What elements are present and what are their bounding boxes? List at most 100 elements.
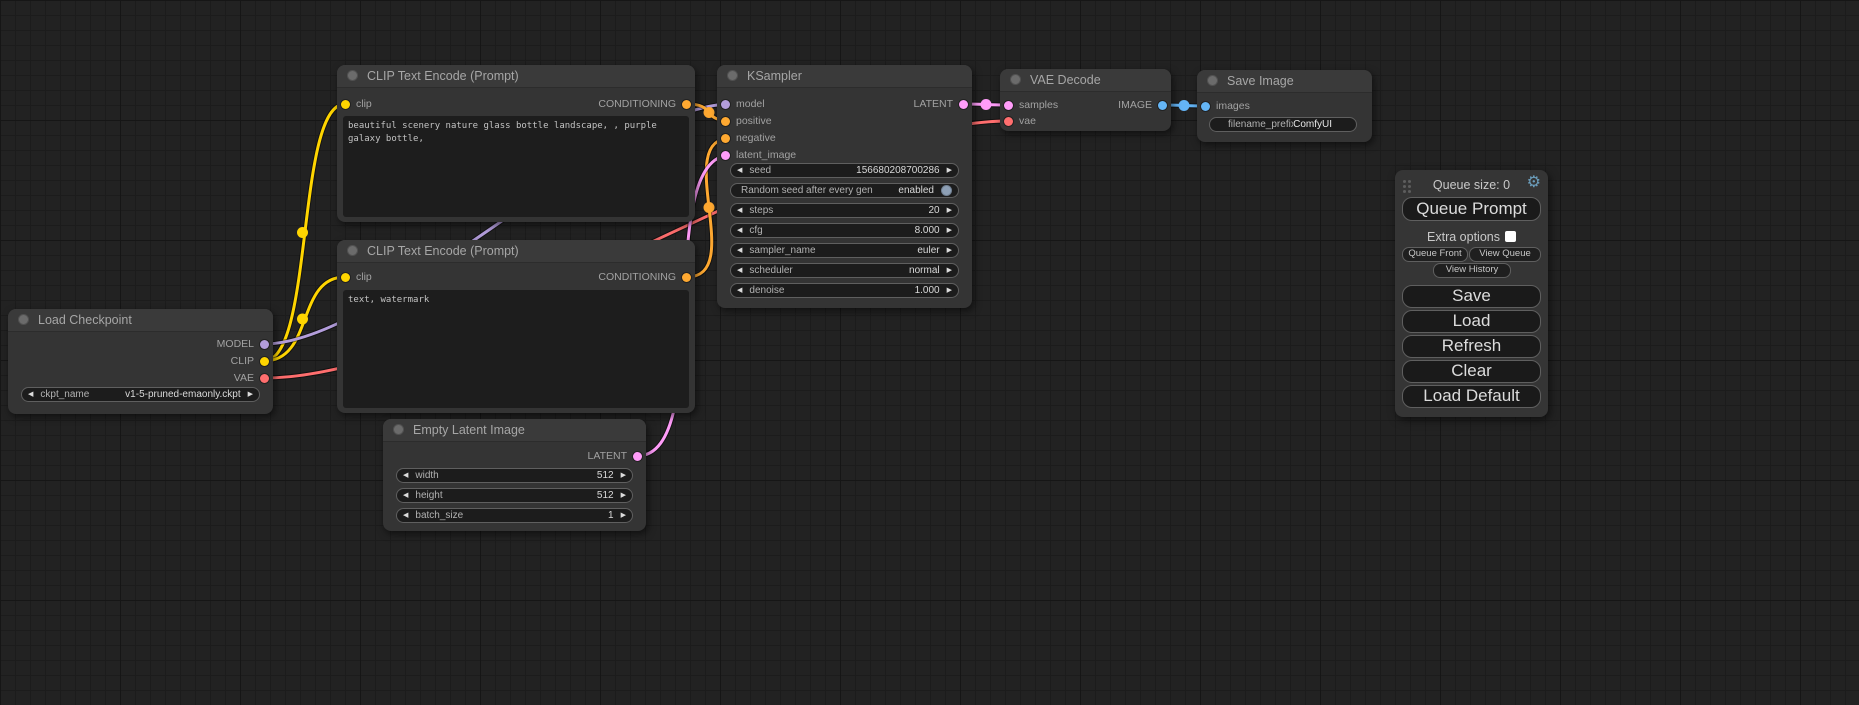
node-title: CLIP Text Encode (Prompt) (367, 69, 519, 83)
widget-value: ComfyUI (1293, 119, 1332, 130)
settings-gear-icon[interactable]: ⚙ (1527, 172, 1541, 192)
vae-output-port[interactable] (260, 374, 269, 383)
latent-output-port[interactable] (633, 452, 642, 461)
link-dot (704, 202, 715, 213)
widget-label: ckpt_name (40, 389, 125, 400)
widget-value: 1.000 (915, 285, 940, 296)
collapse-dot[interactable] (1207, 75, 1218, 86)
extra-options-checkbox[interactable] (1505, 231, 1516, 242)
model-input-port[interactable] (721, 100, 730, 109)
input-label: images (1216, 99, 1250, 113)
model-output-port[interactable] (260, 340, 269, 349)
node-empty-latent-image[interactable]: Empty Latent Image LATENT ◀ width 512 ▶ … (383, 419, 646, 531)
collapse-dot[interactable] (1010, 74, 1021, 85)
denoise-widget[interactable]: ◀ denoise 1.000 ▶ (730, 283, 959, 298)
input-label: positive (736, 114, 772, 128)
widget-label: steps (749, 205, 928, 216)
node-ksampler[interactable]: KSampler model LATENT positive negative … (717, 65, 972, 308)
node-clip-text-encode-positive[interactable]: CLIP Text Encode (Prompt) clip CONDITION… (337, 65, 695, 222)
positive-input-port[interactable] (721, 117, 730, 126)
widget-label: cfg (749, 225, 914, 236)
decrement-arrow-icon[interactable]: ◀ (737, 203, 742, 218)
positive-prompt-textarea[interactable]: beautiful scenery nature glass bottle la… (343, 116, 689, 217)
node-load-checkpoint[interactable]: Load Checkpoint MODEL CLIP VAE ◀ ckpt_na… (8, 309, 273, 414)
decrement-arrow-icon[interactable]: ◀ (737, 243, 742, 258)
view-queue-button[interactable]: View Queue (1469, 247, 1541, 262)
filename-prefix-widget[interactable]: filename_prefix ComfyUI (1209, 117, 1357, 132)
images-input-port[interactable] (1201, 102, 1210, 111)
random-seed-toggle-widget[interactable]: Random seed after every gen enabled (730, 183, 959, 198)
decrement-arrow-icon[interactable]: ◀ (737, 283, 742, 298)
load-button[interactable]: Load (1402, 310, 1541, 333)
sampler-name-widget[interactable]: ◀ sampler_name euler ▶ (730, 243, 959, 258)
decrement-arrow-icon[interactable]: ◀ (403, 488, 408, 503)
increment-arrow-icon[interactable]: ▶ (947, 163, 952, 178)
view-history-button[interactable]: View History (1433, 263, 1511, 278)
queue-front-button[interactable]: Queue Front (1402, 247, 1468, 262)
decrement-arrow-icon[interactable]: ◀ (28, 387, 33, 402)
widget-value: 156680208700286 (856, 165, 939, 176)
batch-size-widget[interactable]: ◀ batch_size 1 ▶ (396, 508, 633, 523)
latent-output-port[interactable] (959, 100, 968, 109)
clear-button[interactable]: Clear (1402, 360, 1541, 383)
increment-arrow-icon[interactable]: ▶ (947, 203, 952, 218)
increment-arrow-icon[interactable]: ▶ (947, 283, 952, 298)
image-output-port[interactable] (1158, 101, 1167, 110)
widget-value: enabled (898, 185, 934, 196)
link-dot (297, 314, 308, 325)
increment-arrow-icon[interactable]: ▶ (621, 508, 626, 523)
conditioning-output-port[interactable] (682, 273, 691, 282)
decrement-arrow-icon[interactable]: ◀ (403, 468, 408, 483)
decrement-arrow-icon[interactable]: ◀ (737, 223, 742, 238)
refresh-button[interactable]: Refresh (1402, 335, 1541, 358)
increment-arrow-icon[interactable]: ▶ (947, 223, 952, 238)
width-widget[interactable]: ◀ width 512 ▶ (396, 468, 633, 483)
decrement-arrow-icon[interactable]: ◀ (403, 508, 408, 523)
decrement-arrow-icon[interactable]: ◀ (737, 263, 742, 278)
load-default-button[interactable]: Load Default (1402, 385, 1541, 408)
link-dot (704, 107, 715, 118)
cfg-widget[interactable]: ◀ cfg 8.000 ▶ (730, 223, 959, 238)
link-dot (297, 227, 308, 238)
collapse-dot[interactable] (18, 314, 29, 325)
collapse-dot[interactable] (347, 245, 358, 256)
clip-input-port[interactable] (341, 100, 350, 109)
widget-label: batch_size (415, 510, 608, 521)
output-label: LATENT (588, 449, 627, 463)
node-save-image[interactable]: Save Image images filename_prefix ComfyU… (1197, 70, 1372, 142)
clip-input-port[interactable] (341, 273, 350, 282)
save-button[interactable]: Save (1402, 285, 1541, 308)
collapse-dot[interactable] (393, 424, 404, 435)
queue-prompt-button[interactable]: Queue Prompt (1402, 197, 1541, 221)
output-label: CONDITIONING (598, 270, 676, 284)
queue-panel[interactable]: Queue size: 0 ⚙ Queue Prompt Extra optio… (1395, 170, 1548, 417)
toggle-circle-icon[interactable] (941, 185, 952, 196)
node-vae-decode[interactable]: VAE Decode samples IMAGE vae (1000, 69, 1171, 131)
collapse-dot[interactable] (347, 70, 358, 81)
node-graph-canvas[interactable]: Load Checkpoint MODEL CLIP VAE ◀ ckpt_na… (0, 0, 1859, 705)
increment-arrow-icon[interactable]: ▶ (621, 468, 626, 483)
ckpt-name-widget[interactable]: ◀ ckpt_name v1-5-pruned-emaonly.ckpt ▶ (21, 387, 260, 402)
clip-output-port[interactable] (260, 357, 269, 366)
latent-image-input-port[interactable] (721, 151, 730, 160)
decrement-arrow-icon[interactable]: ◀ (737, 163, 742, 178)
negative-prompt-textarea[interactable]: text, watermark (343, 290, 689, 408)
increment-arrow-icon[interactable]: ▶ (947, 243, 952, 258)
increment-arrow-icon[interactable]: ▶ (621, 488, 626, 503)
node-title: VAE Decode (1030, 73, 1101, 87)
samples-input-port[interactable] (1004, 101, 1013, 110)
node-clip-text-encode-negative[interactable]: CLIP Text Encode (Prompt) clip CONDITION… (337, 240, 695, 413)
vae-input-port[interactable] (1004, 117, 1013, 126)
seed-widget[interactable]: ◀ seed 156680208700286 ▶ (730, 163, 959, 178)
height-widget[interactable]: ◀ height 512 ▶ (396, 488, 633, 503)
increment-arrow-icon[interactable]: ▶ (248, 387, 253, 402)
increment-arrow-icon[interactable]: ▶ (947, 263, 952, 278)
negative-input-port[interactable] (721, 134, 730, 143)
widget-value: v1-5-pruned-emaonly.ckpt (125, 389, 240, 400)
node-title: Save Image (1227, 74, 1294, 88)
scheduler-widget[interactable]: ◀ scheduler normal ▶ (730, 263, 959, 278)
input-label: latent_image (736, 148, 796, 162)
steps-widget[interactable]: ◀ steps 20 ▶ (730, 203, 959, 218)
conditioning-output-port[interactable] (682, 100, 691, 109)
collapse-dot[interactable] (727, 70, 738, 81)
